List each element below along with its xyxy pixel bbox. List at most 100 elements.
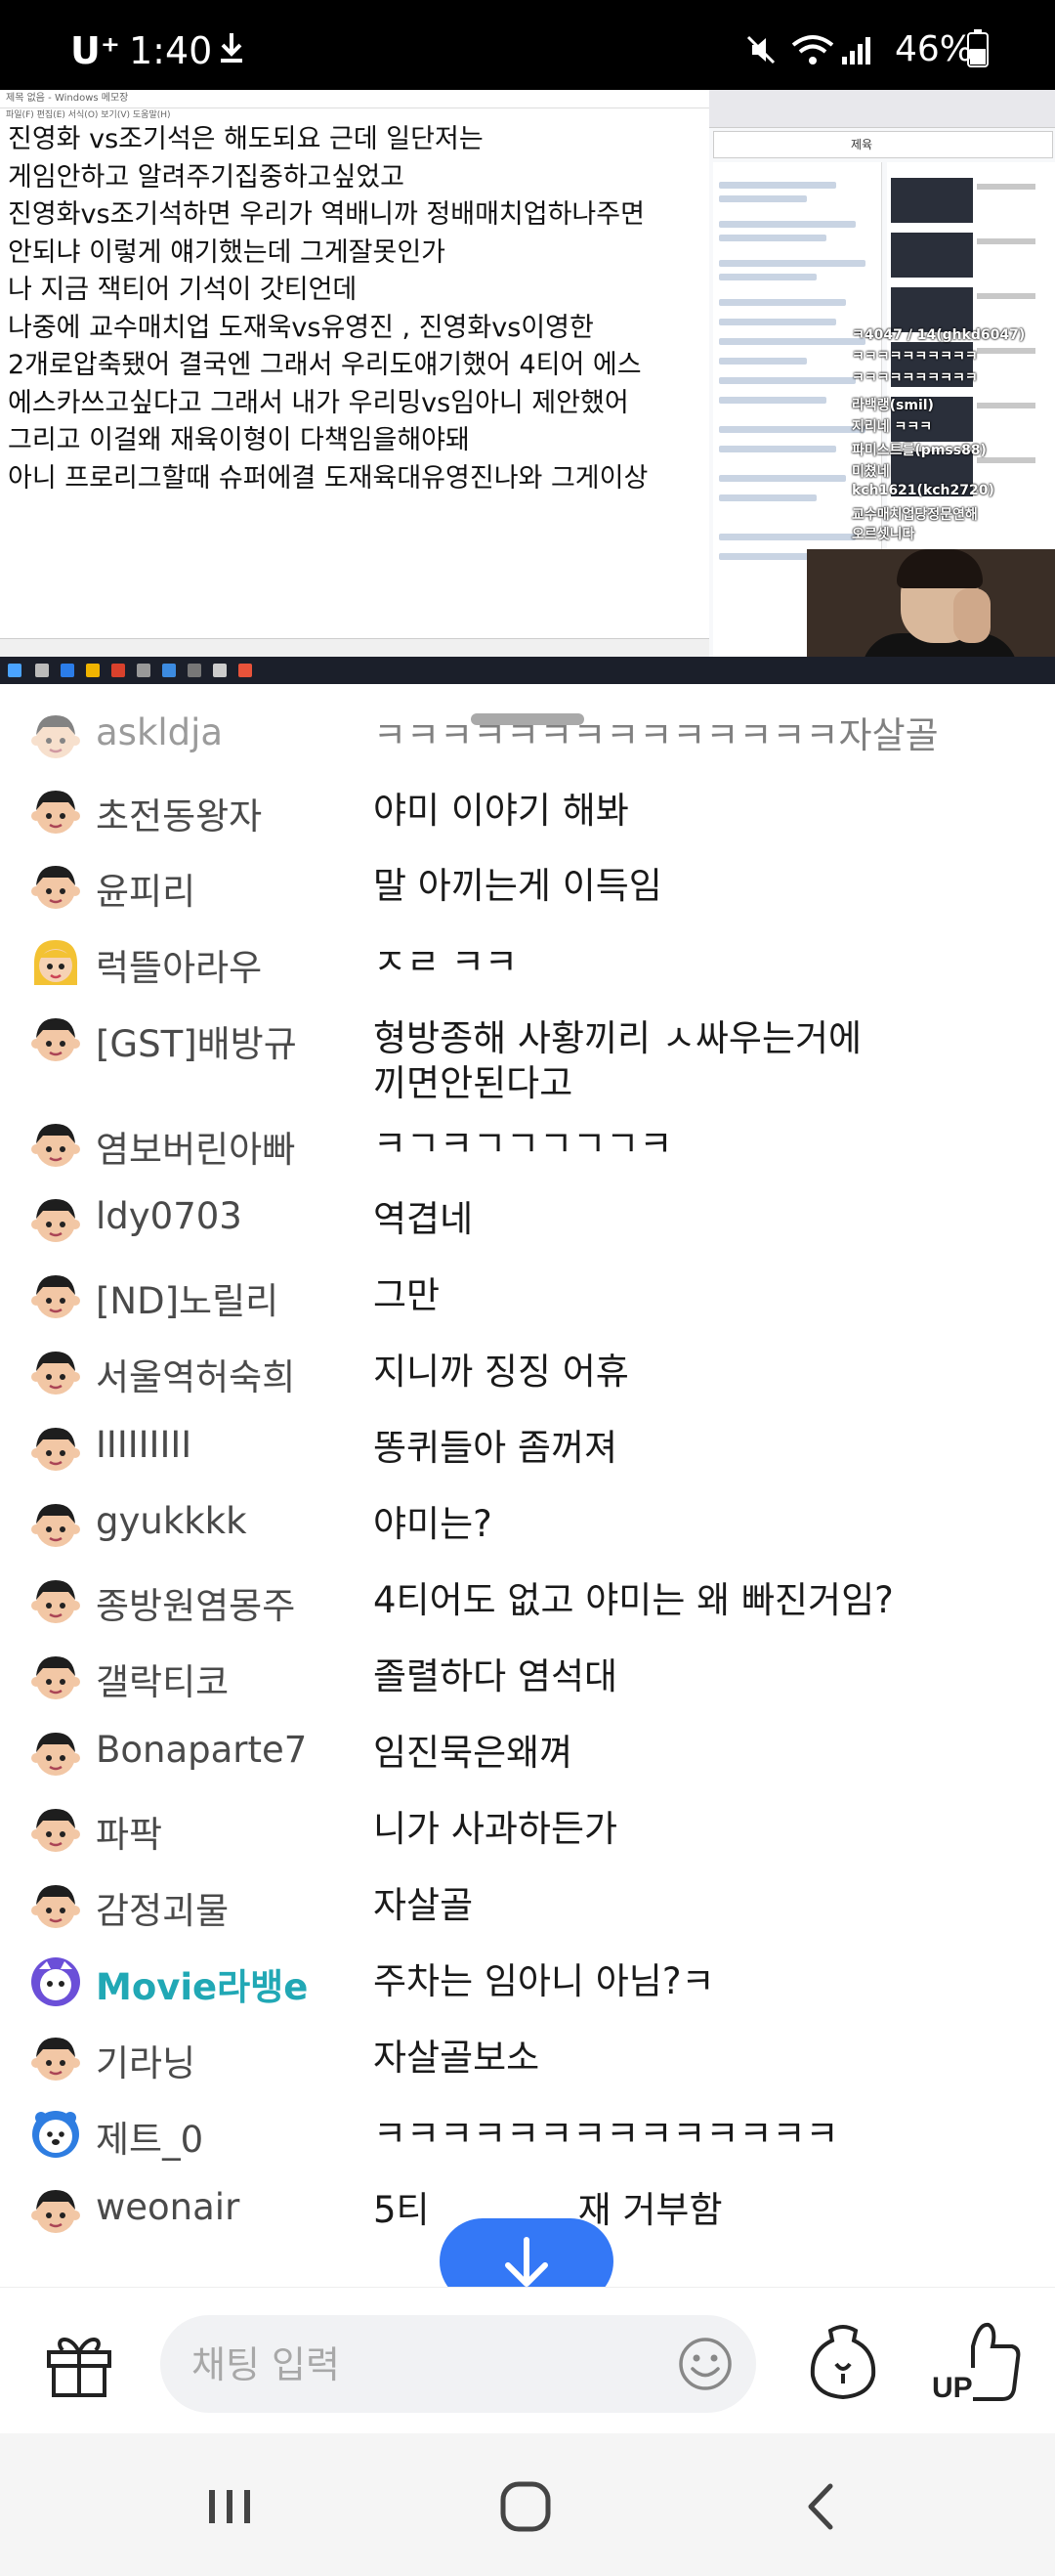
taskbar-icon: [111, 664, 125, 677]
taskbar-icon: [238, 664, 252, 677]
chat-message-row[interactable]: 서울역허숙희 지니까 징징 어휴: [0, 1338, 1055, 1406]
chat-message-row[interactable]: ldy0703 역겹네: [0, 1185, 1055, 1254]
chat-nickname[interactable]: 제트_0: [96, 2110, 203, 2163]
chat-nickname[interactable]: 염보버린아빠: [96, 1120, 295, 1173]
avatar[interactable]: [29, 1012, 82, 1065]
carrier-label: U⁺: [70, 29, 120, 72]
chat-message-row[interactable]: 제트_0 ㅋㅋㅋㅋㅋㅋㅋㅋㅋㅋㅋㅋㅋㅋ: [0, 2100, 1055, 2168]
chat-nickname[interactable]: 럭뜰아라우: [96, 938, 262, 991]
notepad-line: 나중에 교수매치업 도재욱vs유영진 , 진영화vs이영한: [8, 312, 594, 343]
chat-message-row[interactable]: Bonaparte7 임진묵은왜껴: [0, 1719, 1055, 1787]
chat-message-row[interactable]: [ND]노릴리 그만: [0, 1262, 1055, 1330]
chat-message-line: 4티어도 없고 야미는 왜 빠진거임?: [373, 1579, 894, 1621]
thumbs-up-icon: UP: [932, 2322, 1021, 2404]
avatar[interactable]: [29, 1118, 82, 1171]
avatar[interactable]: [29, 1574, 82, 1627]
avatar[interactable]: [29, 2032, 82, 2084]
avatar[interactable]: [29, 785, 82, 837]
taskbar-icon: [86, 664, 100, 677]
avatar[interactable]: [29, 1498, 82, 1551]
avatar[interactable]: [29, 1193, 82, 1246]
chat-message-row[interactable]: 갤락티코 졸렬하다 염석대: [0, 1643, 1055, 1711]
chat-nickname[interactable]: 감정괴물: [96, 1881, 229, 1934]
chat-message-row[interactable]: [GST]배방규 형방종해 사황끼리 ㅅ싸우는거에 끼면안된다고: [0, 1005, 1055, 1104]
overlay-chat-line: ㅋ4047 / 14(ghkd6047): [852, 327, 1026, 343]
emoji-icon[interactable]: [678, 2337, 733, 2391]
chat-nickname[interactable]: 파팍: [96, 1805, 162, 1858]
overlay-chat-line: 라백랭(smil): [852, 398, 934, 413]
avatar[interactable]: [29, 1955, 82, 2008]
chat-message-text: 똥퀴들아 좀꺼져: [373, 1426, 617, 1471]
notepad-line: 그리고 이걸왜 재육이형이 다책임을해야돼: [8, 425, 470, 455]
avatar[interactable]: [29, 1727, 82, 1780]
browser-tabs: [709, 90, 1055, 128]
chat-message-row[interactable]: IIIIIIIII 똥퀴들아 좀꺼져: [0, 1414, 1055, 1482]
chat-nickname[interactable]: 갤락티코: [96, 1653, 229, 1705]
chat-nickname[interactable]: Bonaparte7: [96, 1729, 307, 1771]
chat-message-row[interactable]: 럭뜰아라우 ㅈㄹ ㅋㅋ: [0, 928, 1055, 997]
home-button[interactable]: [491, 2472, 560, 2541]
chat-message-row[interactable]: gyukkkk 야미는?: [0, 1490, 1055, 1559]
back-button[interactable]: [787, 2472, 856, 2541]
chat-nickname[interactable]: 종방원염몽주: [96, 1576, 295, 1629]
stream-video[interactable]: 제목 없음 - Windows 메모장 파일(F) 편집(E) 서식(O) 보기…: [0, 90, 1055, 684]
chat-nickname[interactable]: 서울역허숙희: [96, 1348, 295, 1400]
avatar[interactable]: [29, 1422, 82, 1475]
chat-message-row[interactable]: 윤피리 말 아끼는게 이득임: [0, 852, 1055, 921]
chat-message-line: 야미 이야기 해봐: [373, 790, 629, 832]
chat-message-row[interactable]: 감정괴물 자살골: [0, 1871, 1055, 1940]
chat-input-box[interactable]: [160, 2315, 756, 2413]
chat-list[interactable]: askldja ㅋㅋㅋㅋㅋㅋㅋㅋㅋㅋㅋㅋㅋㅋ자살골 초전동왕자 야미 이야기 해봐 윤피…: [0, 684, 1055, 2287]
up-button[interactable]: UP: [928, 2317, 1022, 2409]
avatar[interactable]: [29, 2108, 82, 2161]
battery-icon: [967, 29, 989, 67]
avatar[interactable]: [29, 1879, 82, 1932]
avatar[interactable]: [29, 1803, 82, 1856]
overlay-chat-line: 미쳤네: [852, 464, 890, 480]
avatar[interactable]: [29, 1269, 82, 1322]
chat-nickname[interactable]: gyukkkk: [96, 1500, 247, 1542]
recent-apps-button[interactable]: [195, 2472, 264, 2541]
chat-nickname[interactable]: askldja: [96, 711, 223, 753]
chat-message-row[interactable]: Movie라뱅e 주차는 임아니 아님?ㅋ: [0, 1948, 1055, 2016]
chat-nickname[interactable]: weonair: [96, 2186, 239, 2228]
notepad-line: 진영화vs조기석하면 우리가 역배니까 정배매치업하나주면: [8, 199, 645, 230]
chat-message-text: 니가 사과하든가: [373, 1807, 617, 1852]
chat-message-text: 자살골: [373, 1883, 473, 1928]
chat-message-text: ㅋㅋㅋㅋㅋㅋㅋㅋㅋㅋㅋㅋㅋㅋ: [373, 2112, 839, 2157]
chat-nickname[interactable]: 윤피리: [96, 862, 195, 915]
chat-message-row[interactable]: 염보버린아빠 ㅋㄱㅋㄱㄱㄱㄱㄱㅋ: [0, 1110, 1055, 1179]
chat-message-line: 형방종해 사황끼리 ㅅ싸우는거에: [373, 1017, 863, 1059]
taskbar-icon: [61, 664, 74, 677]
chat-nickname[interactable]: 초전동왕자: [96, 787, 262, 839]
avatar[interactable]: [29, 936, 82, 989]
chat-nickname[interactable]: Movie라뱅e: [96, 1957, 308, 2010]
avatar[interactable]: [29, 1346, 82, 1398]
chat-message-row[interactable]: 종방원염몽주 4티어도 없고 야미는 왜 빠진거임?: [0, 1567, 1055, 1635]
chat-message-text: 역겹네: [373, 1197, 473, 1242]
chat-message-row[interactable]: 파팍 니가 사과하든가: [0, 1795, 1055, 1864]
avatar[interactable]: [29, 1651, 82, 1703]
chat-message-line: 끼면안된다고: [373, 1062, 573, 1104]
chat-message-line: 5티: [373, 2189, 430, 2231]
android-nav-bar: [0, 2433, 1055, 2576]
notepad-line: 에스카쓰고싶다고 그래서 내가 우리밍vs임아니 제안했어: [8, 387, 629, 418]
chat-message-row[interactable]: 초전동왕자 야미 이야기 해봐: [0, 777, 1055, 845]
avatar[interactable]: [29, 709, 82, 762]
chat-nickname[interactable]: 기라닝: [96, 2034, 195, 2086]
windows-start-icon: [8, 664, 21, 677]
chat-message-row[interactable]: askldja ㅋㅋㅋㅋㅋㅋㅋㅋㅋㅋㅋㅋㅋㅋ자살골: [0, 702, 1055, 770]
avatar[interactable]: [29, 2184, 82, 2237]
chat-nickname[interactable]: ldy0703: [96, 1195, 242, 1237]
avatar[interactable]: [29, 860, 82, 913]
chat-input[interactable]: [190, 2337, 653, 2393]
chat-message-line: 지니까 징징 어휴: [373, 1351, 629, 1393]
chat-message-row[interactable]: 기라닝 자살골보소: [0, 2024, 1055, 2092]
chat-nickname[interactable]: [ND]노릴리: [96, 1271, 278, 1324]
battery-percent: 46%: [894, 29, 973, 69]
chat-message-text: 야미 이야기 해봐: [373, 789, 629, 834]
star-balloon-icon[interactable]: [807, 2323, 879, 2401]
chat-nickname[interactable]: [GST]배방규: [96, 1014, 297, 1067]
chat-nickname[interactable]: IIIIIIIII: [96, 1424, 191, 1466]
gift-icon[interactable]: [43, 2327, 115, 2399]
